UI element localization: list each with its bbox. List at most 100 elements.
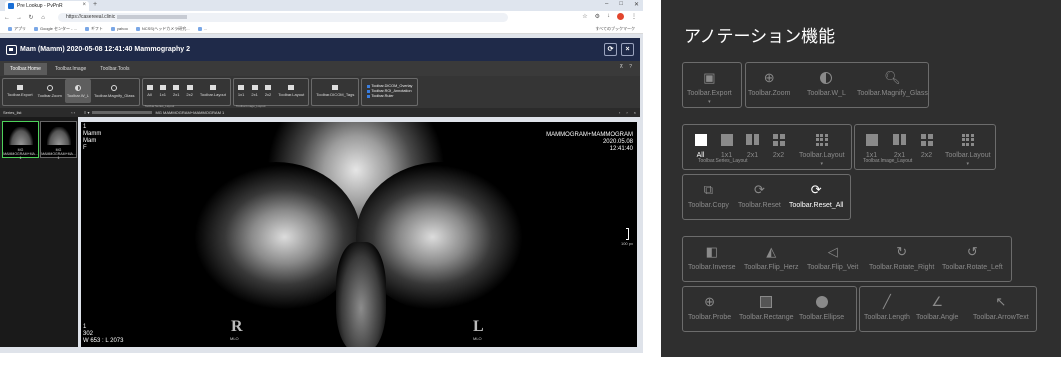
next-icon[interactable]: › [626,108,627,117]
export-button[interactable]: Toolbar.Export [5,79,35,103]
magnify-button[interactable]: Toolbar.Magnify_Glass [92,79,136,103]
zoom-button[interactable]: Toolbar.Zoom [36,79,64,103]
viewer-header: ≡ ▾ MG MAMMOGRAM+MAMMOGRAM 1 ‹ › × [78,108,640,117]
tab-image[interactable]: Toolbar.Image [49,63,92,75]
copy-button[interactable]: ⧉ Toolbar.Copy [688,182,729,209]
close-icon[interactable]: × [82,2,86,8]
all-bookmarks[interactable]: すべてのブックマーク [595,26,635,32]
angle-button[interactable]: ∠ Toolbar.Angle [916,294,958,321]
download-icon[interactable]: ↓ [607,13,610,20]
series-layout-custom-button[interactable]: Toolbar.Layout ▾ [799,132,845,167]
tab-tools[interactable]: Toolbar.Tools [94,63,135,75]
wl-button[interactable]: Toolbar.W_L [64,79,92,103]
rotate-left-button[interactable]: ↺ Toolbar.Rotate_Left [942,244,1003,271]
roi-annotation-checkbox[interactable]: Toolbar.ROI_Annotation [367,89,412,93]
new-tab-icon[interactable]: + [93,1,97,8]
window-close-icon[interactable]: ✕ [634,1,639,8]
browser-tab[interactable]: Pre Lookup - PvPnR × [5,1,89,11]
magnify-icon: 🔍︎ [884,70,901,85]
layout-all-button[interactable]: All [693,132,708,159]
home-icon[interactable]: ⌂ [38,15,48,21]
overlay-top-left: 1 Mamm Mam F [83,124,102,151]
zoom-button[interactable]: ⊕ Toolbar.Zoom [748,70,790,97]
layout-all-button[interactable]: All [145,79,155,103]
reload-icon[interactable]: ↻ [26,14,36,21]
nav-arrows-icon[interactable]: ‹ › [71,108,75,117]
ellipse-button[interactable]: Toolbar.Ellipse [799,294,844,321]
image-layout-1x1-button[interactable]: 1x1 [864,132,879,159]
extensions-icon[interactable]: ⚙ [595,13,600,20]
series-thumbnail[interactable]: MG MAMMOGRAM+MA... 1 [2,121,39,160]
tab-home[interactable]: Toolbar.Home [4,62,47,75]
rotate-right-button[interactable]: ↻ Toolbar.Rotate_Right [869,244,934,271]
img-layout-1x1-button[interactable]: 1x1 [236,79,246,103]
rectangle-button[interactable]: Toolbar.Rectange [739,294,793,321]
back-icon[interactable]: ← [2,15,12,21]
probe-icon: ⊕ [704,294,716,309]
close-button[interactable]: × [621,43,634,56]
image-layout-label: Toolbar.Image_Layout [863,158,913,164]
document-icon [332,85,339,90]
img-layout-custom-button[interactable]: Toolbar.Layout [276,79,306,103]
length-icon: ╱ [883,294,891,309]
url-input[interactable]: https://casereeal.clinic [58,13,508,22]
bookmark[interactable]: Google センター - ... [34,26,77,32]
image-layout-2x2-button[interactable]: 2x2 [919,132,934,159]
bookmark[interactable]: ... [197,26,207,31]
close-viewer-icon[interactable]: × [634,108,636,117]
length-button[interactable]: ╱ Toolbar.Length [864,294,910,321]
export-button[interactable]: ▣ Toolbar.Export ▾ [687,70,732,105]
rectangle-icon [759,294,774,309]
maximize-icon[interactable]: □ [619,1,623,8]
pin-icon[interactable]: ⊼ [620,64,624,70]
bookmark[interactable]: ギフト [84,26,103,32]
magnify-glass-button[interactable]: 🔍︎ Toolbar.Magnify_Glass [857,70,928,97]
image-layout-2x1-button[interactable]: 2x1 [892,132,907,159]
bookmark-star-icon[interactable]: ☆ [582,13,587,20]
image-layout-custom-button[interactable]: Toolbar.Layout ▾ [945,132,991,167]
layout-2x2-button[interactable]: 2x2 [184,79,194,103]
layout-2x2-icon [771,132,786,147]
layout-custom-button[interactable]: Toolbar.Layout [198,79,228,103]
ruler-checkbox[interactable]: Toolbar.Ruler [367,94,412,98]
profile-avatar[interactable] [617,13,624,20]
reset-button[interactable]: ⟳ Toolbar.Reset [738,182,781,209]
reset-all-icon: ⟳ [810,182,822,197]
ellipse-icon [814,294,829,309]
image-viewport[interactable]: 1 Mamm Mam F MAMMOGRAM+MAMMOGRAM 2020.05.08 1… [81,122,637,347]
reset-all-button[interactable]: ⟳ Toolbar.Reset_All [789,182,843,209]
reset-icon: ⟳ [753,182,765,197]
flip-vertical-icon: ◁ [827,244,838,259]
bookmark[interactable]: NCSS(ヘッドカメラ研究... [135,26,190,32]
wl-button[interactable]: Toolbar.W_L [807,70,846,97]
layout-2x1-button[interactable]: 2x1 [745,132,760,159]
save-icon [16,85,23,90]
menu-icon[interactable]: ⋮ [631,13,637,20]
layout-2x1-button[interactable]: 2x1 [171,79,181,103]
series-thumbnail[interactable]: MG MAMMOGRAM+MA... 1 [40,121,77,160]
flip-horizontal-button[interactable]: ◭ Toolbar.Flip_Herz [744,244,798,271]
refresh-button[interactable]: ⟳ [604,43,617,56]
help-icon[interactable]: ? [629,64,632,70]
forward-icon[interactable]: → [14,15,24,21]
app-screenshot: Pre Lookup - PvPnR × + – □ ✕ ← → ↻ ⌂ https:… [0,0,643,353]
layout-1x1-button[interactable]: 1x1 [719,132,734,159]
arrow-text-button[interactable]: ↖ Toolbar.ArrowText [973,294,1029,321]
bookmark[interactable]: yahoo [110,26,128,31]
inverse-button[interactable]: ◧ Toolbar.Inverse [688,244,735,271]
laterality-marker-l: L [473,318,484,335]
bookmark[interactable]: アプリ [8,26,26,32]
viewer-menu-icon[interactable]: ≡ ▾ [84,110,89,115]
probe-button[interactable]: ⊕ Toolbar.Probe [688,294,731,321]
study-title: Mam (Mamm) 2020-05-08 12:41:40 Mammograp… [20,46,191,53]
layout-1x1-button[interactable]: 1x1 [158,79,168,103]
flip-vertical-button[interactable]: ◁ Toolbar.Flip_Veit [807,244,858,271]
layout-2x1-icon [745,132,760,147]
dicom-overlay-checkbox[interactable]: Toolbar.DICOM_Overlay [367,84,412,88]
img-layout-2x1-button[interactable]: 2x1 [249,79,259,103]
minimize-icon[interactable]: – [605,1,608,8]
dicom-tags-button[interactable]: Toolbar.DICOM_Tags [314,79,356,103]
prev-icon[interactable]: ‹ [619,108,620,117]
layout-2x2-button[interactable]: 2x2 [771,132,786,159]
img-layout-2x2-button[interactable]: 2x2 [263,79,273,103]
